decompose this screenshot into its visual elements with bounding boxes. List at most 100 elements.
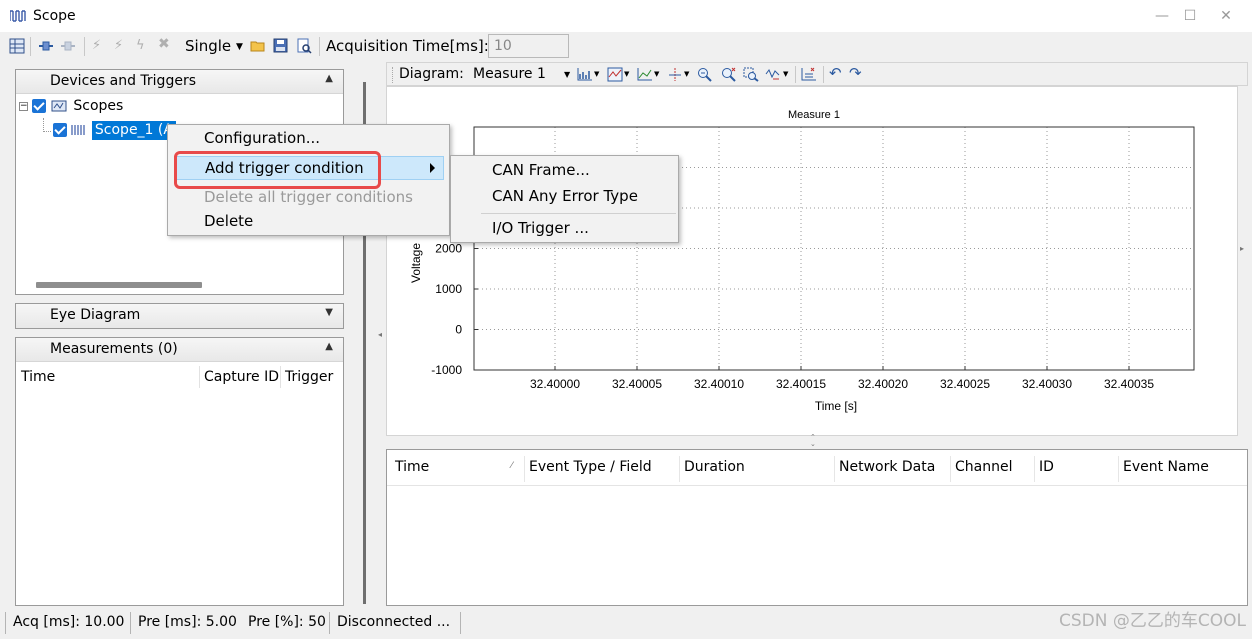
toolbar-grip[interactable]: [392, 67, 393, 83]
trigger-icon[interactable]: ϟ: [136, 38, 152, 54]
chart-svg[interactable]: Measure 1 32.40000 32.40005 32.40010 32.400…: [387, 87, 1239, 437]
diagram-toolbar: Diagram: Measure 1 ▼ ▼ ▼ ▼ ▼ ▼ ↶ ↷: [386, 62, 1248, 86]
window-title: Scope: [33, 8, 76, 24]
dropdown-arrow-icon[interactable]: ▼: [594, 70, 599, 78]
collapse-right-icon[interactable]: ▸: [1240, 244, 1244, 253]
export-icon[interactable]: [801, 67, 817, 82]
diagram-select-arrow-icon[interactable]: ▼: [564, 70, 570, 79]
devices-panel-header[interactable]: Devices and Triggers ▲: [16, 70, 343, 94]
submenu-item-label: CAN Frame...: [492, 161, 590, 179]
signal-icon[interactable]: [765, 67, 781, 82]
status-pre-pct: Pre [%]: 50: [248, 614, 326, 630]
cursor-icon[interactable]: [667, 67, 683, 82]
horizontal-splitter[interactable]: ⌃ ⌄: [386, 434, 1248, 448]
eye-diagram-panel: Eye Diagram ▼: [15, 303, 344, 329]
start-multi-icon[interactable]: ⚡: [114, 38, 130, 54]
open-folder-icon[interactable]: [250, 38, 266, 54]
dropdown-arrow-icon[interactable]: ▼: [783, 70, 788, 78]
chart-right-collapse[interactable]: ▸: [1238, 86, 1248, 436]
toolbar-separator: [30, 37, 31, 56]
zoom-out-icon[interactable]: [697, 67, 713, 82]
toolbar-separator: [795, 66, 796, 83]
add-plot-icon[interactable]: [577, 67, 593, 82]
menu-item-delete-all-trigger-conditions[interactable]: Delete all trigger conditions: [168, 186, 449, 210]
submenu-item-label: I/O Trigger ...: [492, 219, 589, 237]
measurements-col-trigger[interactable]: Trigger: [285, 369, 333, 385]
toolbar-separator: [84, 37, 85, 56]
chart-y-tick-label: 2000: [435, 242, 462, 256]
submenu-item-io-trigger[interactable]: I/O Trigger ...: [451, 217, 678, 241]
event-col-network-data[interactable]: Network Data: [839, 459, 935, 475]
event-col-type-field[interactable]: Event Type / Field: [529, 459, 652, 475]
chart-title: Measure 1: [788, 109, 840, 121]
event-table: Time ⁄ Event Type / Field Duration Netwo…: [386, 449, 1248, 606]
close-button[interactable]: ✕: [1216, 6, 1236, 26]
sort-icon[interactable]: ⁄: [511, 461, 513, 471]
toolbar-separator: [319, 37, 320, 56]
chart-x-tick-label: 32.40025: [940, 377, 990, 391]
connect-icon[interactable]: [38, 38, 54, 54]
tree-node-scopes[interactable]: − Scopes: [19, 98, 123, 118]
eye-diagram-header[interactable]: Eye Diagram ▼: [16, 304, 343, 328]
save-icon[interactable]: [273, 38, 289, 54]
submenu-item-can-any-error-type[interactable]: CAN Any Error Type: [451, 185, 678, 209]
status-separator: [130, 612, 131, 634]
submenu-separator: [481, 213, 676, 214]
chart-y-tick-label: 0: [455, 323, 462, 337]
zoom-fit-icon[interactable]: [743, 67, 759, 82]
mode-dropdown-arrow-icon[interactable]: ▼: [236, 42, 243, 52]
diagram-select[interactable]: Measure 1: [473, 66, 546, 82]
column-separator: [834, 456, 835, 482]
expand-down-icon[interactable]: ▼: [325, 307, 333, 318]
chart-type-icon[interactable]: [607, 67, 623, 82]
axis-settings-icon[interactable]: [637, 67, 653, 82]
undo-icon[interactable]: ↶: [829, 64, 842, 82]
acquisition-time-label: Acquisition Time[ms]:: [326, 37, 489, 55]
scopes-checkbox[interactable]: [32, 99, 47, 113]
event-col-event-name[interactable]: Event Name: [1123, 459, 1209, 475]
measurements-col-time[interactable]: Time: [21, 369, 55, 385]
zoom-reset-icon[interactable]: [721, 67, 737, 82]
measurements-col-capture-id[interactable]: Capture ID: [204, 369, 279, 385]
collapse-up-icon[interactable]: ▲: [325, 341, 333, 352]
highlight-annotation-box: [174, 151, 381, 189]
trigger-submenu: CAN Frame... CAN Any Error Type I/O Trig…: [450, 155, 679, 243]
event-col-id[interactable]: ID: [1039, 459, 1054, 475]
redo-icon[interactable]: ↷: [849, 64, 862, 82]
menu-item-delete[interactable]: Delete: [168, 210, 449, 234]
collapse-left-icon[interactable]: ◂: [378, 330, 382, 339]
scope-icon: [71, 125, 86, 135]
stop-icon[interactable]: ✖: [158, 36, 174, 52]
chart-x-tick-label: 32.40030: [1022, 377, 1072, 391]
settings-grid-icon[interactable]: [9, 38, 25, 54]
menu-item-label: Delete all trigger conditions: [204, 188, 413, 206]
start-icon[interactable]: ⚡: [92, 38, 108, 54]
event-table-header: Time ⁄ Event Type / Field Duration Netwo…: [387, 450, 1247, 486]
collapse-up-icon[interactable]: ▲: [325, 73, 333, 84]
minimize-button[interactable]: —: [1152, 6, 1172, 26]
measurements-header[interactable]: Measurements (0) ▲: [16, 338, 343, 362]
measurements-title: Measurements (0): [50, 341, 178, 357]
watermark: CSDN @乙乙的车COOL: [1059, 611, 1246, 631]
submenu-item-can-frame[interactable]: CAN Frame...: [451, 159, 678, 183]
print-preview-icon[interactable]: [296, 38, 312, 54]
tree-collapse-icon[interactable]: −: [19, 101, 28, 111]
mode-dropdown[interactable]: Single: [185, 37, 231, 55]
maximize-button[interactable]: ☐: [1180, 6, 1200, 26]
column-separator: [524, 456, 525, 482]
menu-item-configuration[interactable]: Configuration...: [168, 127, 449, 151]
column-separator: [1034, 456, 1035, 482]
dropdown-arrow-icon[interactable]: ▼: [684, 70, 689, 78]
tree-node-scope-1[interactable]: Scope_1 (A: [53, 121, 176, 142]
scope-1-checkbox[interactable]: [53, 123, 67, 137]
splitter-grip-icon[interactable]: ⌃ ⌄: [810, 434, 816, 448]
dropdown-arrow-icon[interactable]: ▼: [624, 70, 629, 78]
event-col-channel[interactable]: Channel: [955, 459, 1012, 475]
chart-area: Measure 1 32.40000 32.40005 32.40010 32.400…: [386, 86, 1238, 436]
devices-horizontal-scrollbar[interactable]: [36, 282, 202, 288]
event-col-time[interactable]: Time: [395, 459, 429, 475]
disconnect-icon[interactable]: [60, 38, 76, 54]
event-col-duration[interactable]: Duration: [684, 459, 745, 475]
dropdown-arrow-icon[interactable]: ▼: [654, 70, 659, 78]
acquisition-time-input[interactable]: 10: [488, 34, 569, 58]
